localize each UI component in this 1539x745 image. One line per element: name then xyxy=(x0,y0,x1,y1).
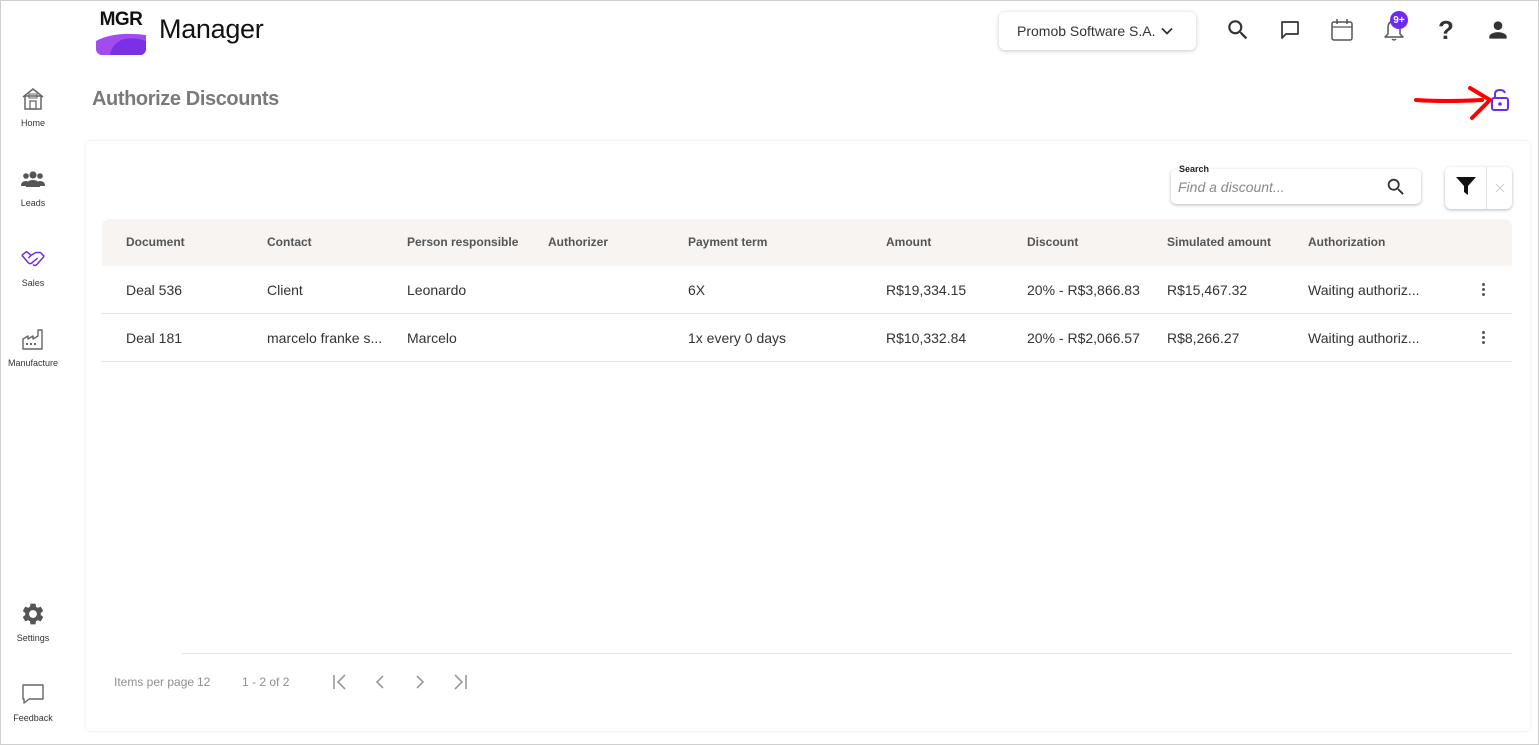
column-header-payment-term[interactable]: Payment term xyxy=(688,235,767,249)
discounts-table: Document Contact Person responsible Auth… xyxy=(102,219,1512,362)
cell-simulated-amount: R$15,467.32 xyxy=(1167,282,1248,298)
cell-authorization: Waiting authoriz... xyxy=(1308,282,1420,298)
items-per-page-select[interactable]: 12 xyxy=(197,675,210,689)
annotation-arrow-icon xyxy=(1414,84,1494,124)
sidebar-item-home[interactable]: Home xyxy=(1,86,65,142)
sidebar-item-sales[interactable]: Sales xyxy=(1,246,65,302)
page-title: Authorize Discounts xyxy=(92,88,279,110)
logo-text: MGR xyxy=(99,9,143,30)
svg-text:?: ? xyxy=(1438,16,1454,44)
feedback-icon xyxy=(20,681,46,707)
sidebar-item-label: Manufacture xyxy=(7,358,59,368)
filter-group xyxy=(1445,167,1512,209)
sidebar-item-feedback[interactable]: Feedback xyxy=(1,681,65,737)
search-label: Search xyxy=(1178,164,1211,174)
filter-button[interactable] xyxy=(1445,167,1487,209)
cell-document: Deal 181 xyxy=(126,330,183,346)
sidebar: Home Leads Sales Manufacture Settings Fe… xyxy=(1,70,65,738)
first-page-icon[interactable] xyxy=(328,670,352,694)
search-field[interactable]: Search xyxy=(1171,164,1421,204)
items-per-page-label: Items per page xyxy=(114,675,195,689)
column-header-document[interactable]: Document xyxy=(126,235,185,249)
search-input[interactable] xyxy=(1178,177,1378,197)
cell-amount: R$10,332.84 xyxy=(886,330,967,346)
cell-amount: R$19,334.15 xyxy=(886,282,967,298)
table-header: Document Contact Person responsible Auth… xyxy=(102,219,1512,266)
column-header-contact[interactable]: Contact xyxy=(267,235,312,249)
sidebar-item-leads[interactable]: Leads xyxy=(1,166,65,222)
cell-contact: Client xyxy=(267,282,303,298)
cell-document: Deal 536 xyxy=(126,282,183,298)
handshake-icon xyxy=(20,246,46,272)
unlock-icon[interactable] xyxy=(1489,88,1511,112)
app-title: Manager xyxy=(159,14,264,44)
app-logo[interactable]: MGR xyxy=(96,5,146,55)
company-select-value: Promob Software S.A. xyxy=(1017,23,1156,39)
column-header-authorization[interactable]: Authorization xyxy=(1308,235,1385,249)
next-page-icon[interactable] xyxy=(408,670,432,694)
chevron-down-icon xyxy=(1160,24,1174,43)
table-row[interactable]: Deal 181 marcelo franke s... Marcelo 1x … xyxy=(102,314,1512,362)
sidebar-item-label: Home xyxy=(20,118,45,128)
column-header-person-responsible[interactable]: Person responsible xyxy=(407,235,518,249)
row-menu-icon[interactable] xyxy=(1482,283,1486,297)
column-header-amount[interactable]: Amount xyxy=(886,235,931,249)
cell-discount: 20% - R$2,066.57 xyxy=(1027,330,1140,346)
notification-badge: 9+ xyxy=(1390,11,1408,29)
cell-contact: marcelo franke s... xyxy=(267,330,383,346)
cell-responsible: Leonardo xyxy=(407,282,467,298)
previous-page-icon[interactable] xyxy=(368,670,392,694)
paginator-divider xyxy=(182,653,1512,654)
sidebar-item-label: Sales xyxy=(21,278,45,288)
last-page-icon[interactable] xyxy=(448,670,472,694)
sidebar-item-label: Feedback xyxy=(13,713,53,723)
column-header-simulated-amount[interactable]: Simulated amount xyxy=(1167,235,1271,249)
help-icon[interactable]: ? xyxy=(1432,16,1460,44)
cell-payment-term: 6X xyxy=(688,282,706,298)
cell-payment-term: 1x every 0 days xyxy=(688,330,787,346)
search-icon[interactable] xyxy=(1224,16,1252,44)
company-select[interactable]: Promob Software S.A. xyxy=(999,12,1196,50)
table-row[interactable]: Deal 536 Client Leonardo 6X R$19,334.15 … xyxy=(102,266,1512,314)
filter-icon xyxy=(1455,176,1477,201)
row-menu-icon[interactable] xyxy=(1482,331,1486,345)
column-header-discount[interactable]: Discount xyxy=(1027,235,1078,249)
user-avatar-icon[interactable] xyxy=(1484,16,1512,44)
factory-icon xyxy=(20,326,46,352)
sidebar-item-label: Settings xyxy=(16,633,50,643)
cell-authorization: Waiting authoriz... xyxy=(1308,330,1420,346)
cell-simulated-amount: R$8,266.27 xyxy=(1167,330,1240,346)
cell-responsible: Marcelo xyxy=(407,330,457,346)
gear-icon xyxy=(20,601,46,627)
sidebar-item-label: Leads xyxy=(20,198,46,208)
column-header-authorizer[interactable]: Authorizer xyxy=(548,235,608,249)
cell-discount: 20% - R$3,866.83 xyxy=(1027,282,1140,298)
close-icon xyxy=(1495,181,1505,196)
people-icon xyxy=(20,166,46,192)
calendar-icon[interactable] xyxy=(1328,16,1356,44)
clear-filter-button[interactable] xyxy=(1487,167,1512,209)
paginator-range: 1 - 2 of 2 xyxy=(242,675,290,689)
sidebar-item-manufacture[interactable]: Manufacture xyxy=(1,326,65,382)
chat-icon[interactable] xyxy=(1276,16,1304,44)
search-icon[interactable] xyxy=(1385,176,1407,198)
home-icon xyxy=(20,86,46,112)
sidebar-item-settings[interactable]: Settings xyxy=(1,601,65,657)
